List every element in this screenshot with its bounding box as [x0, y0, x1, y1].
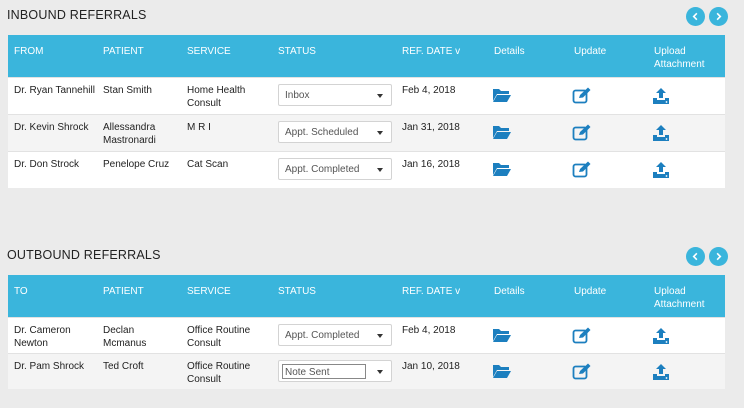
patient-cell: Penelope Cruz [103, 159, 170, 170]
patient-cell: Declan Mcmanus [103, 325, 147, 349]
status-select[interactable]: Appt. Completed [278, 324, 392, 346]
service-cell: Cat Scan [187, 159, 229, 170]
upload-icon[interactable] [652, 327, 670, 345]
chevron-down-icon [377, 131, 383, 135]
header-service[interactable]: SERVICE [187, 45, 272, 58]
table-row: Dr. Pam Shrock Ted Croft Office Routine Con… [8, 353, 725, 389]
upload-icon[interactable] [652, 124, 670, 142]
section-title: OUTBOUND REFERRALS [7, 248, 161, 262]
section-title: INBOUND REFERRALS [7, 8, 147, 22]
from-cell: Dr. Pam Shrock [14, 361, 85, 372]
table-row: Dr. Kevin Shrock Allessandra Mastronardi M … [8, 114, 725, 151]
table-header: TO PATIENT SERVICE STATUS REF. DATE v De… [8, 275, 725, 317]
header-ref-date[interactable]: REF. DATE v [402, 45, 482, 58]
header-details: Details [494, 46, 525, 57]
service-cell: M R I [187, 122, 211, 133]
chevron-right-icon [716, 252, 722, 261]
chevron-down-icon [377, 94, 383, 98]
service-cell: Office Routine Consult [187, 325, 251, 349]
pager [686, 247, 728, 266]
chevron-down-icon [377, 334, 383, 338]
chevron-left-icon [692, 12, 698, 21]
patient-cell: Allessandra Mastronardi [103, 122, 156, 146]
upload-icon[interactable] [652, 87, 670, 105]
ref-date-cell: Feb 4, 2018 [402, 325, 456, 336]
inbound-table: FROM PATIENT SERVICE STATUS REF. DATE v … [8, 35, 725, 188]
chevron-down-icon [377, 168, 383, 172]
ref-date-cell: Feb 4, 2018 [402, 85, 456, 96]
header-from[interactable]: FROM [14, 45, 104, 58]
table-row: Dr. Don Strock Penelope Cruz Cat Scan Appt.… [8, 151, 725, 188]
from-cell: Dr. Ryan Tannehill [14, 85, 95, 96]
prev-page-button[interactable] [686, 7, 705, 26]
from-cell: Dr. Cameron Newton [14, 325, 71, 349]
ref-date-cell: Jan 16, 2018 [402, 159, 460, 170]
status-select[interactable]: Appt. Scheduled [278, 121, 392, 143]
edit-icon[interactable] [572, 124, 592, 141]
chevron-left-icon [692, 252, 698, 261]
next-page-button[interactable] [709, 247, 728, 266]
from-cell: Dr. Kevin Shrock [14, 122, 89, 133]
service-cell: Home Health Consult [187, 85, 246, 109]
header-update: Update [574, 286, 607, 297]
edit-icon[interactable] [572, 87, 592, 104]
header-status[interactable]: STATUS [278, 285, 316, 298]
folder-open-icon[interactable] [492, 87, 512, 103]
header-update: Update [574, 46, 607, 57]
chevron-right-icon [716, 12, 722, 21]
folder-open-icon[interactable] [492, 124, 512, 140]
pager [686, 7, 728, 26]
patient-cell: Ted Croft [103, 361, 144, 372]
from-cell: Dr. Don Strock [14, 159, 80, 170]
edit-icon[interactable] [572, 363, 592, 380]
status-select[interactable]: Inbox [278, 84, 392, 106]
table-row: Dr. Cameron Newton Declan Mcmanus Office Rou… [8, 317, 725, 353]
header-status[interactable]: STATUS [278, 45, 316, 58]
header-to[interactable]: TO [14, 285, 104, 298]
folder-open-icon[interactable] [492, 363, 512, 379]
upload-icon[interactable] [652, 161, 670, 179]
ref-date-cell: Jan 10, 2018 [402, 361, 460, 372]
upload-icon[interactable] [652, 363, 670, 381]
status-select[interactable]: Appt. Completed [278, 158, 392, 180]
prev-page-button[interactable] [686, 247, 705, 266]
status-select[interactable]: Note Sent [278, 360, 392, 382]
patient-cell: Stan Smith [103, 85, 152, 96]
edit-icon[interactable] [572, 161, 592, 178]
folder-open-icon[interactable] [492, 161, 512, 177]
service-cell: Office Routine Consult [187, 361, 251, 385]
folder-open-icon[interactable] [492, 327, 512, 343]
header-upload: Upload Attachment [654, 46, 705, 70]
header-upload: Upload Attachment [654, 286, 705, 310]
table-row: Dr. Ryan Tannehill Stan Smith Home Health C… [8, 77, 725, 114]
header-patient[interactable]: PATIENT [103, 285, 183, 298]
header-ref-date[interactable]: REF. DATE v [402, 285, 482, 298]
header-service[interactable]: SERVICE [187, 285, 272, 298]
table-header: FROM PATIENT SERVICE STATUS REF. DATE v … [8, 35, 725, 77]
outbound-table: TO PATIENT SERVICE STATUS REF. DATE v De… [8, 275, 725, 389]
header-patient[interactable]: PATIENT [103, 45, 183, 58]
header-details: Details [494, 286, 525, 297]
edit-icon[interactable] [572, 327, 592, 344]
next-page-button[interactable] [709, 7, 728, 26]
chevron-down-icon [377, 370, 383, 374]
ref-date-cell: Jan 31, 2018 [402, 122, 460, 133]
